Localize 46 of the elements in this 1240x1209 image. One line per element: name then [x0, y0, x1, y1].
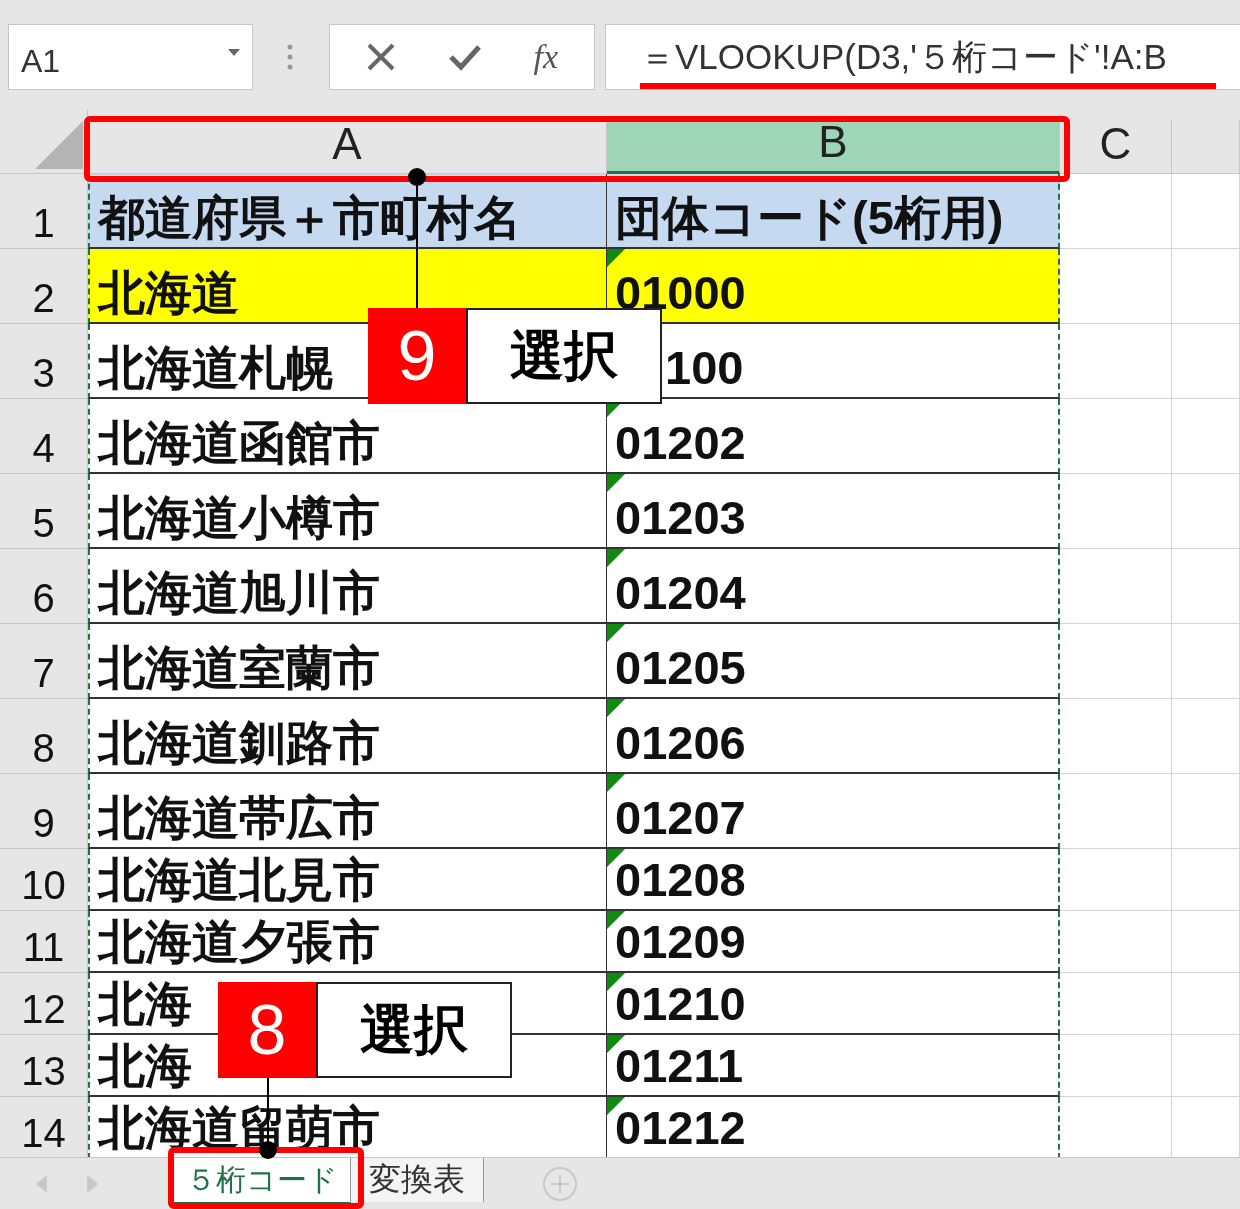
row-header[interactable]: 6	[0, 549, 88, 624]
callout-label: 選択	[316, 982, 512, 1078]
row-header[interactable]: 2	[0, 249, 88, 324]
sheet-tab[interactable]: 変換表	[351, 1158, 484, 1202]
row-header[interactable]: 12	[0, 973, 88, 1035]
table-cell: 01208	[607, 849, 1060, 911]
row-header[interactable]: 1	[0, 174, 88, 249]
table-cell: 団体コード(5桁用)	[607, 174, 1060, 249]
row-header[interactable]: 13	[0, 1035, 88, 1097]
column-header[interactable]: B	[607, 120, 1060, 174]
table-cell: 北海道帯広市	[88, 774, 607, 849]
table-cell: 北海道夕張市	[88, 911, 607, 973]
table-cell: 01207	[607, 774, 1060, 849]
row-header[interactable]: 4	[0, 399, 88, 474]
table-cell: 北海道小樽市	[88, 474, 607, 549]
row-header[interactable]: 7	[0, 624, 88, 699]
callout-label: 選択	[466, 308, 662, 404]
formula-text: ＝VLOOKUP(D3,'５桁コード'!A:B	[640, 35, 1167, 78]
row-header[interactable]: 14	[0, 1097, 88, 1157]
column-header[interactable]: C	[1060, 120, 1172, 174]
table-cell: 01204	[607, 549, 1060, 624]
table-cell: 01205	[607, 624, 1060, 699]
table-cell: 01203	[607, 474, 1060, 549]
cell-reference: A1	[21, 41, 61, 80]
row-header[interactable]: 5	[0, 474, 88, 549]
row-header[interactable]: 3	[0, 324, 88, 399]
table-cell: 北海道北見市	[88, 849, 607, 911]
row-header[interactable]: 9	[0, 774, 88, 849]
name-box[interactable]: A1	[8, 24, 253, 90]
row-header[interactable]: 11	[0, 911, 88, 973]
table-cell: 北海道	[88, 249, 607, 324]
table-cell: 01212	[607, 1097, 1060, 1157]
row-header[interactable]: 8	[0, 699, 88, 774]
table-cell: 北海道釧路市	[88, 699, 607, 774]
row-header[interactable]: 10	[0, 849, 88, 911]
step-number: 9	[368, 308, 466, 404]
table-cell: 01211	[607, 1035, 1060, 1097]
sheet-tab[interactable]: ５桁コード	[174, 1158, 351, 1205]
table-cell: 01210	[607, 973, 1060, 1035]
table-cell: 01206	[607, 699, 1060, 774]
insert-function-button[interactable]: fx	[533, 38, 559, 76]
table-cell: 01209	[607, 911, 1060, 973]
table-cell: 01000	[607, 249, 1060, 324]
table-cell: 北海道旭川市	[88, 549, 607, 624]
formula-field[interactable]: ＝VLOOKUP(D3,'５桁コード'!A:B	[605, 24, 1240, 90]
table-cell: 北海道室蘭市	[88, 624, 607, 699]
